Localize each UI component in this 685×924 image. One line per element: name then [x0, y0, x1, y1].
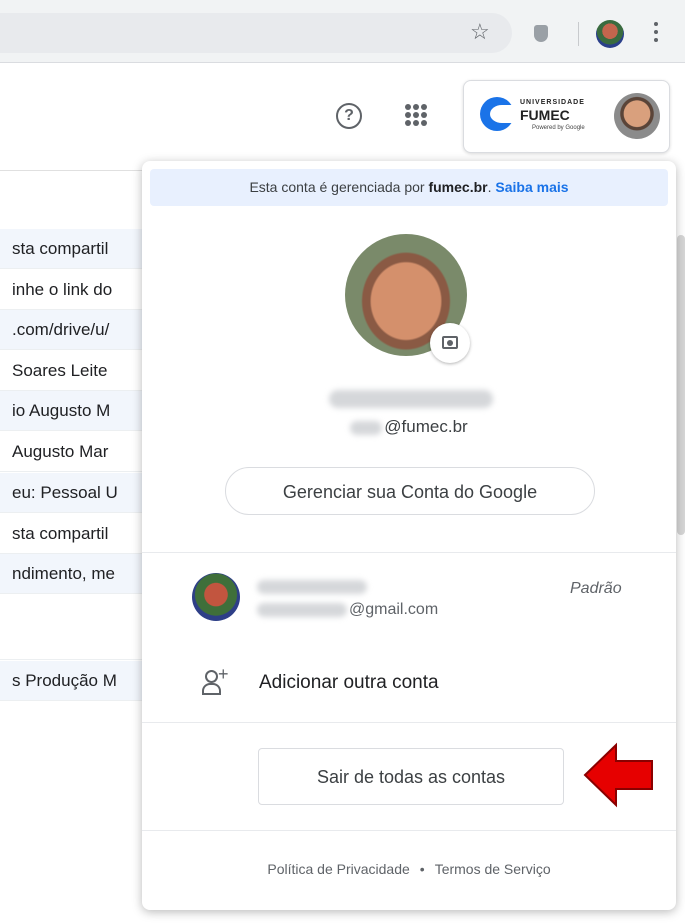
- list-item[interactable]: eu: Pessoal U: [0, 473, 150, 513]
- star-icon[interactable]: ☆: [470, 20, 490, 44]
- list-item[interactable]: Augusto Mar: [0, 432, 150, 472]
- account-email-suffix: @fumec.br: [384, 417, 468, 436]
- email-redacted: [350, 420, 383, 435]
- divider: [142, 830, 676, 831]
- shield-icon[interactable]: [534, 25, 548, 42]
- terms-of-service-link[interactable]: Termos de Serviço: [435, 861, 551, 877]
- email-redacted: [257, 602, 347, 617]
- divider: [142, 552, 676, 553]
- banner-period: .: [487, 179, 492, 195]
- privacy-policy-link[interactable]: Política de Privacidade: [267, 861, 409, 877]
- footer-separator: •: [419, 861, 425, 877]
- manage-account-button[interactable]: Gerenciar sua Conta do Google: [225, 467, 595, 515]
- default-badge: Padrão: [570, 580, 622, 597]
- managed-account-banner: Esta conta é gerenciada por fumec.br. Sa…: [150, 169, 668, 206]
- list-item[interactable]: s Produção M: [0, 661, 150, 701]
- list-item[interactable]: inhe o link do: [0, 270, 150, 310]
- list-item[interactable]: sta compartil: [0, 229, 150, 269]
- account-name-redacted: [329, 390, 493, 408]
- menu-icon[interactable]: [653, 22, 659, 46]
- list-item[interactable]: .com/drive/u/: [0, 310, 150, 350]
- add-account-label: Adicionar outra conta: [259, 672, 439, 693]
- popup-footer: Política de Privacidade • Termos de Serviç…: [142, 861, 676, 877]
- list-item[interactable]: [0, 620, 150, 660]
- apps-grid-icon[interactable]: [405, 104, 427, 126]
- address-bar[interactable]: [0, 13, 512, 53]
- fumec-logo-powered: Powered by Google: [532, 125, 585, 131]
- avatar: [192, 573, 240, 621]
- help-icon[interactable]: ?: [336, 103, 362, 129]
- list-item[interactable]: Soares Leite: [0, 351, 150, 391]
- toolbar-divider: [578, 22, 579, 46]
- account-email: @fumec.br: [142, 417, 676, 437]
- other-account-email-suffix: @gmail.com: [349, 601, 439, 618]
- list-item[interactable]: sta compartil: [0, 514, 150, 554]
- list-item[interactable]: ndimento, me: [0, 554, 150, 594]
- fumec-logo-mark: [480, 97, 514, 131]
- other-account-name-redacted: [257, 580, 367, 594]
- red-arrow-icon: [583, 742, 653, 808]
- camera-icon[interactable]: [430, 323, 470, 363]
- account-chip[interactable]: UNIVERSIDADE FUMEC Powered by Google: [463, 80, 670, 153]
- person-add-icon: +: [202, 664, 229, 695]
- other-account-email: @gmail.com: [257, 601, 438, 619]
- browser-toolbar: ☆: [0, 0, 685, 63]
- fumec-logo-name: FUMEC: [520, 107, 570, 123]
- list-item[interactable]: io Augusto M: [0, 391, 150, 431]
- learn-more-link[interactable]: Saiba mais: [495, 179, 568, 195]
- profile-avatar[interactable]: [596, 20, 624, 48]
- avatar[interactable]: [614, 93, 660, 139]
- banner-domain: fumec.br: [428, 179, 488, 195]
- divider: [142, 722, 676, 723]
- sign-out-all-button[interactable]: Sair de todas as contas: [258, 748, 564, 805]
- fumec-logo: UNIVERSIDADE FUMEC Powered by Google: [480, 95, 598, 139]
- banner-text: Esta conta é gerenciada por: [249, 179, 429, 195]
- mail-list-header: [0, 170, 150, 234]
- scrollbar[interactable]: [677, 235, 685, 535]
- fumec-logo-top: UNIVERSIDADE: [520, 99, 585, 106]
